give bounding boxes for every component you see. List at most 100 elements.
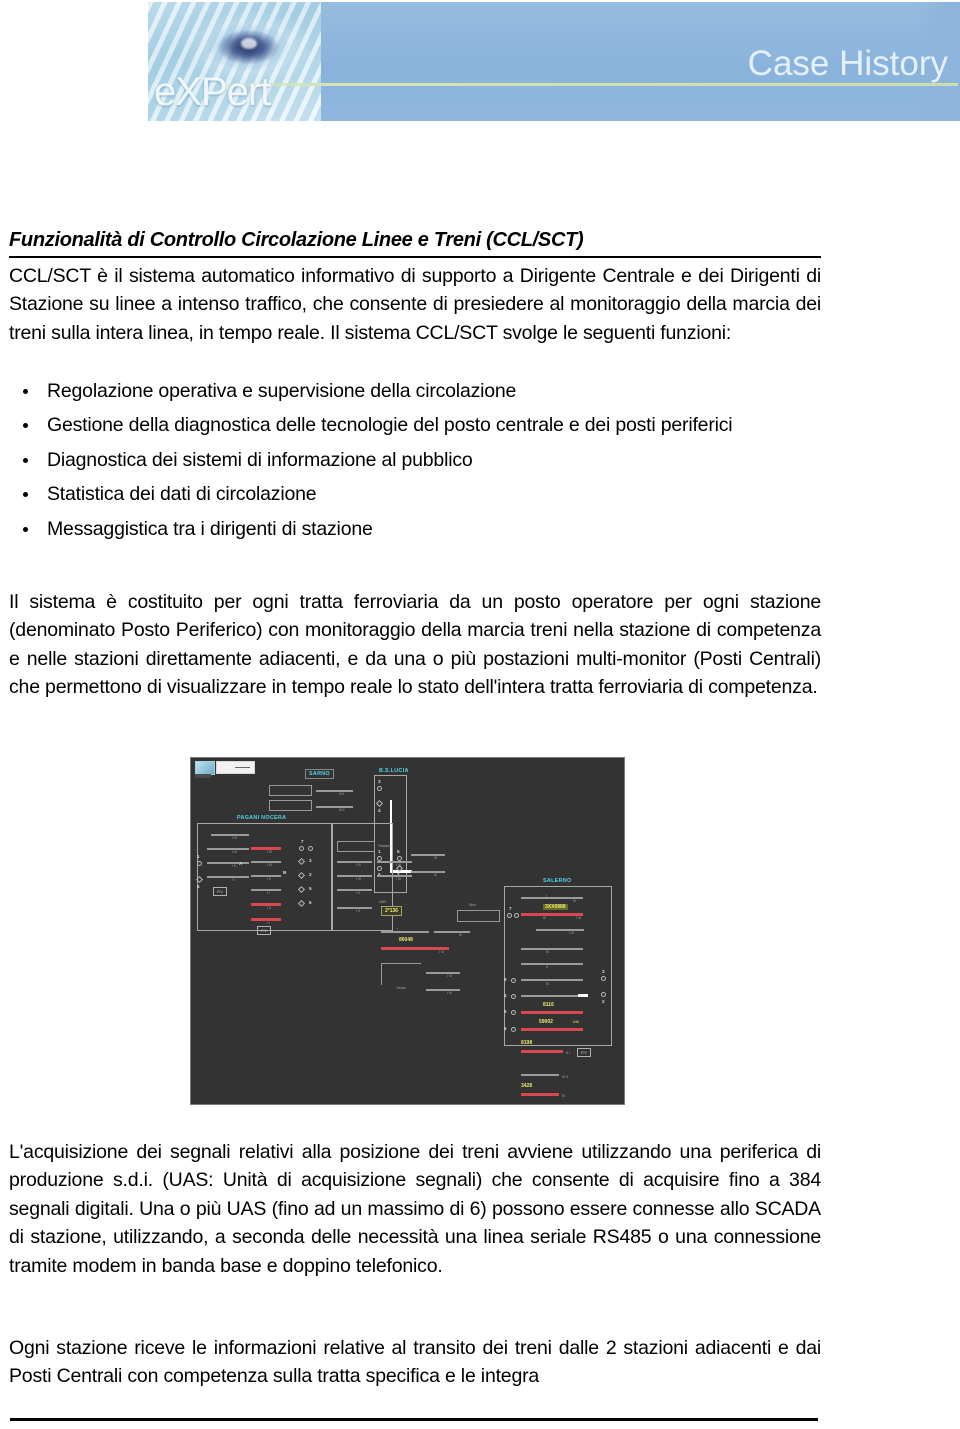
track-id-label: I II [356,891,360,895]
track-id-label: I III [439,950,444,954]
switch-icon [511,1010,516,1015]
track-id-label: I III [447,974,452,978]
track-number: 5 [397,849,400,854]
track-segment-occupied [521,1050,563,1053]
track-id-label: I III [396,877,401,881]
track-id-label: III 2 [339,808,345,812]
track-number: 6 [504,1026,507,1031]
track-segment [251,889,281,891]
track-id-label: III [546,950,549,954]
track-id-label: Stno [469,903,476,907]
app-logo-caption [195,774,211,778]
track-segment [337,889,372,891]
track-number: 4 [378,808,381,813]
track-id-label: I I [267,921,270,925]
track-id-label: I IV [267,850,273,854]
station-label-bslucia: B.S.LUCIA [379,768,409,774]
intro-paragraph: CCL/SCT è il sistema automatico informat… [9,265,821,344]
train-number-label: 3XX0988 [543,904,568,910]
station-label-pagani-nocera: PAGANI NOCERA [237,815,287,821]
track-segment-occupied [521,1093,559,1096]
app-logo-icon [195,761,215,775]
track-id-label: I III [569,931,574,935]
track-segment [381,931,429,933]
track-id-label: I [397,927,398,931]
track-segment-occupied [521,1011,583,1014]
train-number-label: 8198 [521,1040,533,1046]
track-id-label: I IV [356,863,362,867]
banner-divider-line [224,83,958,86]
track-id-label: I II [232,864,236,868]
track-segment [521,995,583,997]
list-item: Diagnostica dei sistemi di informazione … [9,446,821,474]
track-id-label: I IV [232,836,238,840]
track-id-label: III 1 [339,792,345,796]
page-title: Funzionalità di Controllo Circolazione L… [9,228,821,258]
list-item: Gestione della diagnostica delle tecnolo… [9,411,821,439]
track-number: 6 [309,900,312,905]
station-label-salerno: SALERNO [543,878,572,884]
track-id-label: I [546,894,547,898]
track-number: 5 [504,1009,507,1014]
track-number: 2 [602,999,605,1004]
station-boundary-box [504,886,612,1046]
switch-icon [507,913,512,918]
track-segment [377,861,412,863]
track-id-label: I IV [396,863,402,867]
footer-divider [10,1418,818,1421]
switch-icon [197,861,202,866]
track-id-label: I I [267,891,270,895]
track-id-label: III [562,1094,565,1098]
scada-toolbar [216,761,255,774]
track-block [269,785,312,796]
list-item: Regolazione operativa e supervisione del… [9,377,821,405]
track-segment [207,848,249,850]
track-segment [316,806,353,808]
brand-logo-text: eXPert [154,70,271,114]
scada-screenshot-figure: SARNO III 1 III 2 B.S.LUCIA 3 4 1 5 6 2 … [190,757,625,1105]
track-segment [434,931,470,933]
track-segment [207,862,249,864]
track-id-label: III [459,933,462,937]
track-segment [411,854,445,856]
station-label-sarno: SARNO [305,769,334,779]
track-segment [521,979,583,981]
track-id-label: I III [576,916,581,920]
track-number: 3 [309,858,312,863]
pv-indicator: P.V [213,887,227,896]
track-id-label: III [434,873,437,877]
train-number-label: 2*136 [381,906,403,916]
track-segment-active [578,994,588,997]
track-segment [377,875,412,877]
train-number-label: 86048 [399,937,413,943]
track-segment [521,948,583,950]
page-header-banner: eXPert Case History [148,2,960,121]
track-id-label: I II [267,906,271,910]
track-segment [251,861,281,863]
switch-icon [514,913,519,918]
pv-indicator: P.V [257,926,271,935]
track-segment-occupied [251,847,281,850]
track-segment [211,834,249,836]
track-id-label: II [546,965,548,969]
track-id-label: I III [356,877,361,881]
track-segment-occupied [521,1028,583,1031]
track-id-label: III [573,899,576,903]
track-id-label: II I [566,1051,570,1055]
train-number-label: 8116 [543,1002,554,1008]
track-number: 3 [602,969,605,974]
switch-marker-b: B [283,870,287,875]
switch-marker-a: A [239,861,243,866]
track-number: 7 [509,906,512,911]
track-segment [316,790,353,792]
system-description-paragraph: Il sistema è costituito per ogni tratta … [9,591,821,699]
track-id-label: I III [447,991,452,995]
switch-icon [511,994,516,999]
track-number: 9 [504,977,507,982]
track-id-label: I III [267,863,272,867]
track-block [381,963,421,985]
train-status-label: -046 [572,1020,579,1024]
track-segment [337,907,372,909]
track-block [457,910,500,922]
track-number: 1 [197,854,200,859]
